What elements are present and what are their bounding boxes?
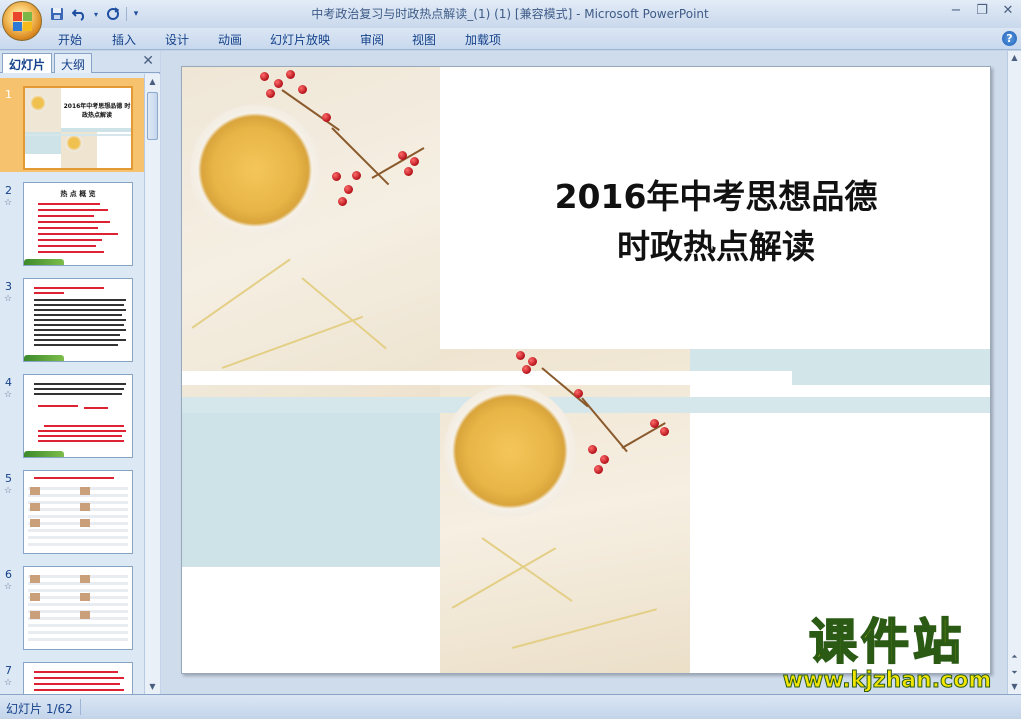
tab-design[interactable]: 设计 bbox=[165, 31, 189, 48]
close-button[interactable]: ✕ bbox=[995, 0, 1021, 20]
slide-thumbnail-3[interactable]: 3 ☆ bbox=[0, 270, 144, 364]
slide-counter: 幻灯片 1/62 bbox=[6, 702, 73, 716]
teal-block bbox=[182, 412, 440, 567]
animation-star-icon: ☆ bbox=[4, 390, 13, 400]
slide-title-line-2: 时政热点解读 bbox=[617, 227, 815, 266]
animation-star-icon: ☆ bbox=[4, 678, 13, 688]
thumbnail-number: 3 bbox=[5, 280, 12, 293]
scroll-up-icon[interactable]: ▲ bbox=[1008, 51, 1021, 65]
undo-dropdown-icon[interactable]: ▾ bbox=[92, 5, 100, 23]
thumbnail-title: 热 点 概 览 bbox=[60, 190, 96, 198]
thumbnail-preview: 2016年中考思想品德 时政热点解读 bbox=[23, 86, 133, 170]
slide-thumbnail-7[interactable]: 7 ☆ bbox=[0, 654, 144, 694]
previous-slide-icon[interactable]: ⏶ bbox=[1008, 650, 1021, 664]
scrollbar-thumb[interactable] bbox=[147, 92, 158, 140]
thumbnail-number: 6 bbox=[5, 568, 12, 581]
next-slide-icon[interactable]: ⏷ bbox=[1008, 666, 1021, 680]
redo-icon[interactable] bbox=[104, 5, 122, 23]
help-icon[interactable]: ? bbox=[1002, 31, 1017, 46]
panel-tabs: 幻灯片 大纲 ✕ bbox=[0, 51, 160, 73]
tea-cup-image bbox=[190, 105, 320, 235]
tab-review[interactable]: 审阅 bbox=[360, 31, 384, 48]
slide-thumbnail-5[interactable]: 5 ☆ bbox=[0, 462, 144, 556]
watermark-text: 课件站 bbox=[808, 613, 965, 671]
scroll-down-icon[interactable]: ▼ bbox=[145, 679, 160, 694]
thumbnail-preview bbox=[23, 566, 133, 650]
status-separator bbox=[80, 699, 81, 715]
office-button[interactable] bbox=[2, 1, 42, 41]
thumbnail-number: 7 bbox=[5, 664, 12, 677]
slide-thumbnail-1[interactable]: 1 2016年中考思想品德 时政热点解读 bbox=[0, 78, 144, 172]
thumbnail-number: 2 bbox=[5, 184, 12, 197]
white-band bbox=[182, 371, 792, 385]
thumbnail-number: 4 bbox=[5, 376, 12, 389]
thumbnail-number: 1 bbox=[5, 88, 12, 101]
tab-slides[interactable]: 幻灯片 bbox=[2, 53, 53, 73]
slides-panel: 幻灯片 大纲 ✕ 1 2016年中考思想品德 时政热点解读 2 ☆ 热 点 概 … bbox=[0, 51, 160, 694]
title-bar: ▾ ▾ 中考政治复习与时政热点解读_(1) (1) [兼容模式] - Micro… bbox=[0, 0, 1021, 41]
toolbar-separator bbox=[126, 7, 127, 21]
tab-view[interactable]: 视图 bbox=[412, 31, 436, 48]
slide-editing-area: 2016年中考思想品德 时政热点解读 bbox=[161, 51, 1007, 694]
slide-thumbnail-2[interactable]: 2 ☆ 热 点 概 览 bbox=[0, 174, 144, 268]
window-title: 中考政治复习与时政热点解读_(1) (1) [兼容模式] - Microsoft… bbox=[311, 7, 709, 21]
scroll-up-icon[interactable]: ▲ bbox=[145, 74, 160, 89]
slide-thumbnail-6[interactable]: 6 ☆ bbox=[0, 558, 144, 652]
slide-scrollbar[interactable]: ▲ ⏶ ⏷ ▼ bbox=[1007, 51, 1021, 694]
tab-outline[interactable]: 大纲 bbox=[54, 53, 93, 73]
status-bar: 幻灯片 1/62 bbox=[0, 694, 1021, 719]
slide-title-line-1: 2016年中考思想品德 bbox=[554, 177, 878, 216]
quick-access-toolbar: ▾ ▾ bbox=[48, 4, 141, 24]
thumbnail-list: 1 2016年中考思想品德 时政热点解读 2 ☆ 热 点 概 览 3 ☆ 4 ☆… bbox=[0, 74, 144, 694]
watermark-url: www.kjzhan.com bbox=[782, 668, 992, 694]
current-slide[interactable]: 2016年中考思想品德 时政热点解读 bbox=[181, 66, 991, 674]
thumbnail-preview bbox=[23, 470, 133, 554]
close-panel-icon[interactable]: ✕ bbox=[142, 53, 154, 69]
thumbnail-preview: 热 点 概 览 bbox=[23, 182, 133, 266]
customize-toolbar-icon[interactable]: ▾ bbox=[131, 5, 141, 23]
minimize-button[interactable]: − bbox=[943, 0, 969, 20]
animation-star-icon: ☆ bbox=[4, 294, 13, 304]
tab-animations[interactable]: 动画 bbox=[218, 31, 242, 48]
slide-title[interactable]: 2016年中考思想品德 时政热点解读 bbox=[440, 172, 990, 272]
save-icon[interactable] bbox=[48, 5, 66, 23]
thumbnail-scrollbar[interactable]: ▲ ▼ bbox=[144, 74, 160, 694]
restore-button[interactable]: ❐ bbox=[969, 0, 995, 20]
animation-star-icon: ☆ bbox=[4, 486, 13, 496]
tab-insert[interactable]: 插入 bbox=[112, 31, 136, 48]
thumbnail-preview bbox=[23, 278, 133, 362]
undo-icon[interactable] bbox=[70, 5, 88, 23]
thumbnail-title: 2016年中考思想品德 时政热点解读 bbox=[63, 103, 131, 119]
ribbon-tab-bar: 开始 插入 设计 动画 幻灯片放映 审阅 视图 加载项 ? bbox=[0, 28, 1021, 50]
thumbnail-number: 5 bbox=[5, 472, 12, 485]
site-watermark: 课件站 www.kjzhan.com bbox=[768, 613, 1006, 696]
scroll-down-icon[interactable]: ▼ bbox=[1008, 680, 1021, 694]
tea-cup-image-bottom bbox=[444, 385, 576, 517]
animation-star-icon: ☆ bbox=[4, 582, 13, 592]
tab-slideshow[interactable]: 幻灯片放映 bbox=[270, 31, 330, 48]
slide-thumbnail-4[interactable]: 4 ☆ bbox=[0, 366, 144, 460]
thumbnail-preview bbox=[23, 662, 133, 694]
thumbnail-preview bbox=[23, 374, 133, 458]
window-controls: − ❐ ✕ bbox=[943, 0, 1021, 20]
tab-home[interactable]: 开始 bbox=[58, 31, 82, 48]
animation-star-icon: ☆ bbox=[4, 198, 13, 208]
tab-addins[interactable]: 加载项 bbox=[465, 31, 501, 48]
office-logo-icon bbox=[13, 12, 33, 32]
